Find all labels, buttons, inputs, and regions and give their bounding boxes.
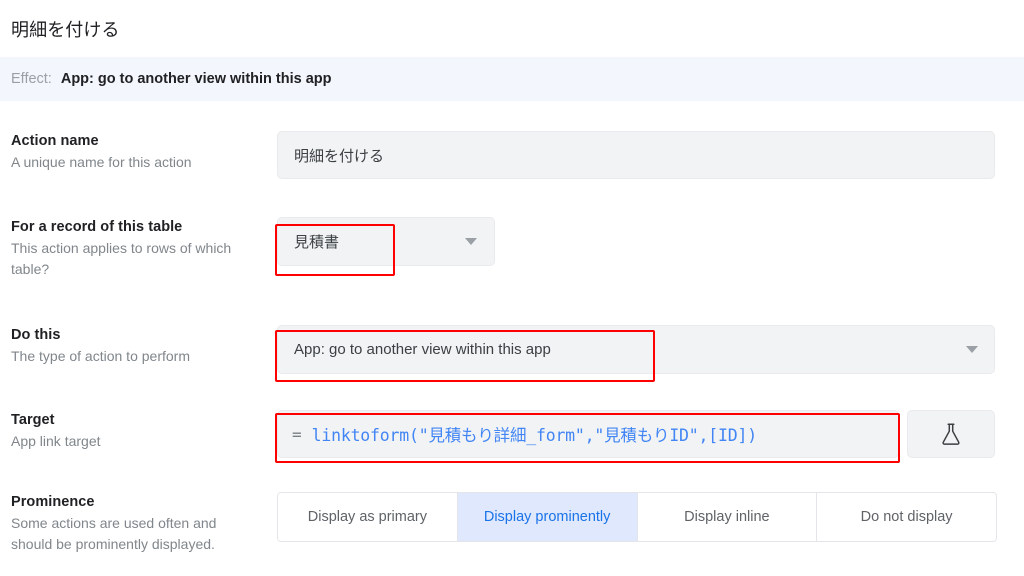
target-formula-text: linktoform("見積もり詳細_form","見積もりID",[ID]) <box>311 426 757 445</box>
field-record-table: 見積書 <box>277 217 995 266</box>
label-prominence-desc: Some actions are used often and should b… <box>11 515 217 552</box>
record-table-select-wrap: 見積書 <box>277 217 995 266</box>
field-action-name: 明細を付ける <box>277 131 995 179</box>
label-do-this-title: Do this <box>11 327 61 343</box>
label-action-name-title: Action name <box>11 133 99 149</box>
chevron-down-icon <box>464 238 477 245</box>
target-wrap: = linktoform("見積もり詳細_form","見積もりID",[ID]… <box>277 410 995 458</box>
label-record-table-title: For a record of this table <box>11 219 183 235</box>
action-name-input[interactable]: 明細を付ける <box>277 131 995 179</box>
label-prominence: Prominence Some actions are used often a… <box>11 492 261 555</box>
field-do-this: App: go to another view within this app <box>277 325 995 374</box>
title-bar: 明細を付ける <box>0 0 1024 57</box>
target-formula-input[interactable]: = linktoform("見積もり詳細_form","見積もりID",[ID]… <box>277 410 899 458</box>
label-action-name: Action name A unique name for this actio… <box>11 131 261 173</box>
prominence-option-display-as-primary[interactable]: Display as primary <box>278 493 458 541</box>
effect-label: Effect: <box>11 71 52 87</box>
label-do-this-desc: The type of action to perform <box>11 348 190 364</box>
record-table-dropdown-button[interactable] <box>447 217 495 266</box>
label-prominence-title: Prominence <box>11 494 95 510</box>
effect-summary-bar: Effect: App: go to another view within t… <box>0 57 1024 101</box>
page-title: 明細を付ける <box>11 19 120 40</box>
prominence-option-do-not-display[interactable]: Do not display <box>817 493 996 541</box>
prominence-option-display-inline[interactable]: Display inline <box>637 493 818 541</box>
effect-value: App: go to another view within this app <box>60 71 332 87</box>
label-target-desc: App link target <box>11 433 101 449</box>
field-target: = linktoform("見積もり詳細_form","見積もりID",[ID]… <box>277 410 995 458</box>
label-target: Target App link target <box>11 410 261 452</box>
chevron-down-icon <box>966 346 978 353</box>
label-record-table-desc: This action applies to rows of which tab… <box>11 240 232 277</box>
label-target-title: Target <box>11 412 55 428</box>
field-prominence: Display as primary Display prominently D… <box>277 492 997 542</box>
action-editor-page: 明細を付ける Effect: App: go to another view w… <box>0 0 1024 576</box>
flask-icon <box>942 423 960 445</box>
formula-test-button[interactable] <box>907 410 995 458</box>
label-action-name-desc: A unique name for this action <box>11 154 192 170</box>
equals-sign: = <box>292 424 302 444</box>
label-record-table: For a record of this table This action a… <box>11 217 261 280</box>
label-do-this: Do this The type of action to perform <box>11 325 261 367</box>
prominence-option-display-prominently[interactable]: Display prominently <box>457 493 638 541</box>
prominence-button-group: Display as primary Display prominently D… <box>277 492 997 542</box>
do-this-select[interactable]: App: go to another view within this app <box>277 325 995 374</box>
do-this-value: App: go to another view within this app <box>294 341 551 358</box>
record-table-select[interactable]: 見積書 <box>277 217 447 266</box>
